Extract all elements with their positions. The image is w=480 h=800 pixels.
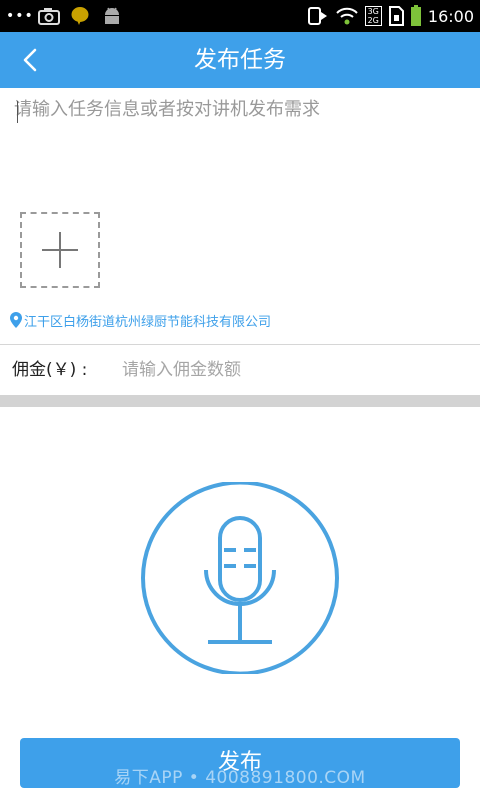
section-separator	[0, 395, 480, 407]
app-header: 发布任务	[0, 32, 480, 88]
commission-input[interactable]	[122, 355, 462, 385]
add-photo-button[interactable]	[20, 212, 100, 288]
status-right-group: 3G 2G 16:00	[307, 0, 474, 32]
commission-label: 佣金(￥) :	[12, 360, 88, 380]
page-title: 发布任务	[194, 47, 286, 73]
status-bar: ••• 3G 2G 16:00	[0, 0, 480, 32]
location-pin-icon	[10, 312, 22, 328]
microphone-icon	[141, 480, 339, 676]
status-time: 16:00	[427, 6, 474, 26]
wifi-icon	[335, 7, 358, 25]
battery-icon	[410, 5, 421, 26]
commission-row: 佣金(￥) :	[0, 345, 480, 395]
publish-button[interactable]: 发布	[20, 738, 460, 788]
chat-bubble-icon	[70, 0, 90, 32]
text-cursor	[17, 101, 18, 123]
network-3g-label: 3G	[367, 7, 379, 16]
android-icon	[102, 0, 122, 32]
back-button[interactable]	[10, 40, 50, 80]
voice-record-button[interactable]	[140, 480, 340, 676]
network-2g-label: 2G	[367, 16, 379, 25]
overflow-dots-icon: •••	[6, 8, 34, 24]
publish-button-label: 发布	[217, 750, 262, 775]
screenshot-camera-icon	[38, 0, 60, 32]
sim-card-icon	[388, 6, 404, 26]
plus-icon	[42, 232, 78, 268]
task-description-input[interactable]	[14, 96, 466, 196]
location-text: 江干区白杨街道杭州绿厨节能科技有限公司	[24, 314, 272, 330]
location-row[interactable]: 江干区白杨街道杭州绿厨节能科技有限公司	[10, 310, 271, 330]
phone-alert-icon	[307, 7, 327, 25]
network-type-badge: 3G 2G	[364, 6, 382, 26]
chevron-left-icon	[23, 48, 37, 72]
